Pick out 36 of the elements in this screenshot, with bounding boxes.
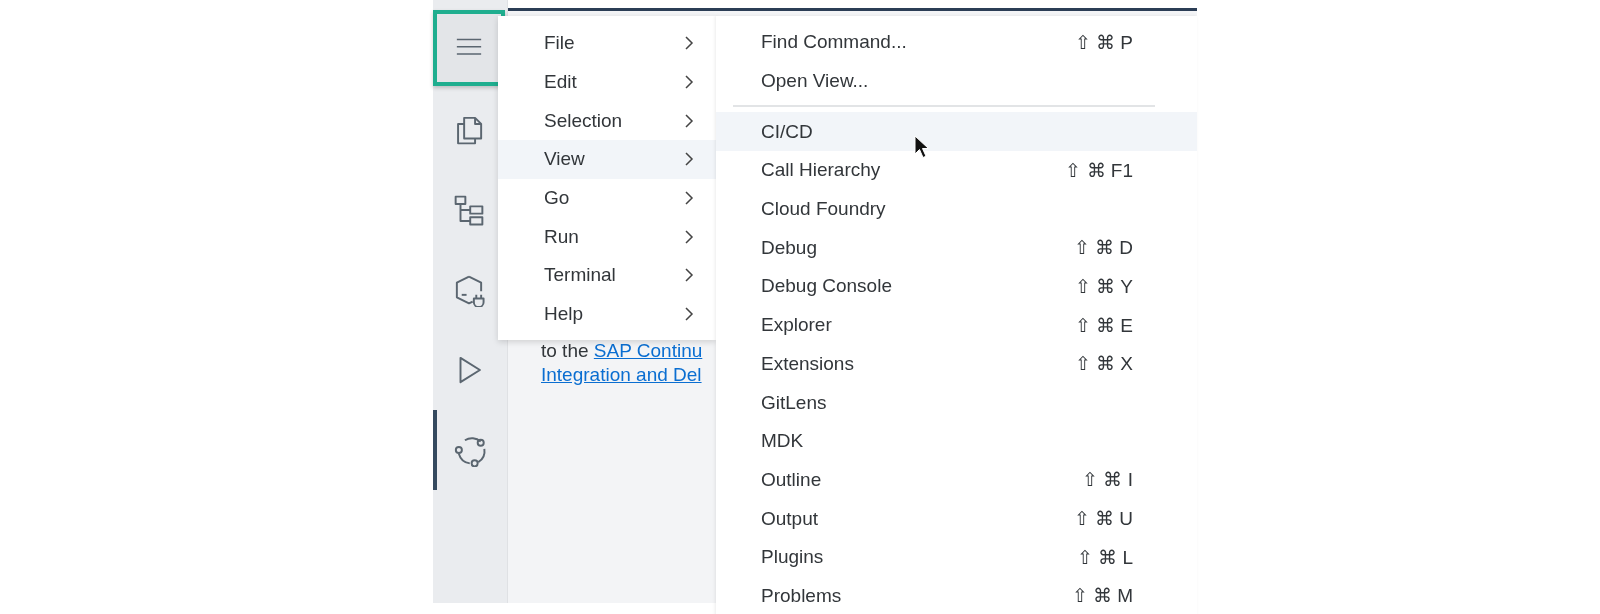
submenu-item[interactable]: Outline ⇧ ⌘ I [716,460,1197,500]
submenu-item[interactable]: Call Hierarchy ⇧ ⌘ F1 [716,151,1197,190]
chevron-icon [684,74,694,91]
tree-icon [452,193,486,227]
submenu-item[interactable]: Debug ⇧ ⌘ D [716,228,1197,268]
chevron-icon [684,190,694,207]
menu-item[interactable]: View [498,140,716,179]
chevron-icon [684,112,694,129]
submenu-item[interactable]: Plugins ⇧ ⌘ L [716,537,1197,577]
submenu-item[interactable]: Debug Console ⇧ ⌘ Y [716,267,1197,306]
chevron-icon [684,35,694,52]
menu-item[interactable]: File [498,24,716,63]
chevron-icon [684,267,694,284]
chevron-icon [684,306,694,323]
menu-item[interactable]: Run [498,217,716,257]
menu-item[interactable]: Go [498,178,716,218]
menu-item[interactable]: Terminal [498,256,716,295]
submenu-item[interactable]: Explorer ⇧ ⌘ E [716,305,1197,345]
submenu-item[interactable]: CI/CD [716,112,1197,152]
link[interactable]: Integration and Del [541,364,702,385]
link[interactable]: SAP Continu [593,340,703,361]
submenu-item[interactable]: MDK [716,421,1197,461]
submenu-item[interactable]: Problems ⇧ ⌘ M [716,576,1197,614]
menu-item[interactable]: Edit [498,62,716,102]
cursor-icon [914,135,930,159]
submenu-item[interactable]: Extensions ⇧ ⌘ X [716,344,1197,384]
chevron-icon [684,228,694,245]
chevron-icon [684,151,694,168]
menu-item[interactable]: Help [498,294,716,334]
submenu-item[interactable]: Find Command... ⇧ ⌘ P [716,23,1197,62]
submenu-item[interactable]: Cloud Foundry [716,189,1197,229]
menu-item[interactable]: Selection [498,101,716,141]
menu-button[interactable] [433,10,505,86]
submenu-item[interactable]: Output ⇧ ⌘ U [716,499,1197,538]
submenu-item[interactable]: Open View... [716,61,1197,101]
submenu-item[interactable]: GitLens [716,383,1197,422]
